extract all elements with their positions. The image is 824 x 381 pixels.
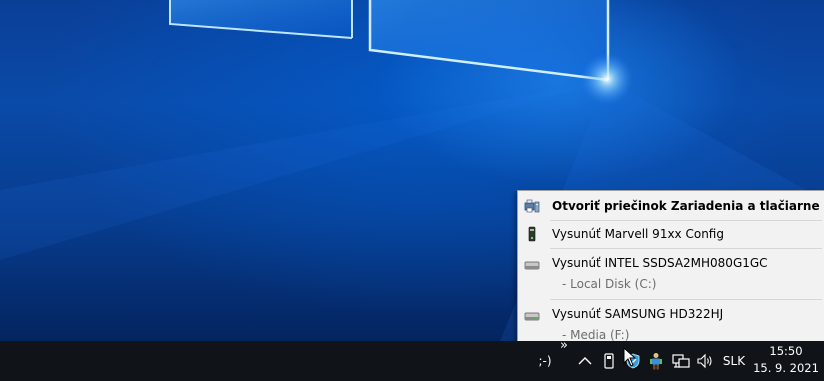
usb-device-icon[interactable] xyxy=(600,341,618,381)
tray-text-emoticon[interactable]: ;-) xyxy=(532,341,558,381)
language-indicator[interactable]: SLK xyxy=(720,341,748,381)
chevron-up-icon[interactable] xyxy=(576,341,594,381)
menu-item-volume: - Media (F:) xyxy=(562,328,630,342)
menu-item-label: Vysunúť Marvell 91xx Config xyxy=(552,227,724,241)
clock-date: 15. 9. 2021 xyxy=(753,361,819,375)
menu-item-label: Vysunúť INTEL SSDSA2MH080G1GC xyxy=(552,256,768,270)
menu-item-label: Otvoriť priečinok Zariadenia a tlačiarne xyxy=(552,199,820,213)
speaker-icon[interactable] xyxy=(694,341,716,381)
hard-drive-icon xyxy=(524,308,540,324)
devices-printers-icon xyxy=(524,198,540,214)
taskbar: ;-) » SLK 15:50 15. 9. 2021 xyxy=(0,338,824,381)
usb-drive-icon xyxy=(524,226,540,242)
menu-item-open-devices-printers[interactable]: Otvoriť priečinok Zariadenia a tlačiarne xyxy=(518,193,824,220)
mouse-cursor-icon xyxy=(623,347,637,367)
menu-item-eject-marvell[interactable]: Vysunúť Marvell 91xx Config xyxy=(518,221,824,248)
screen: Otvoriť priečinok Zariadenia a tlačiarne… xyxy=(0,0,824,381)
clock[interactable]: 15:50 15. 9. 2021 xyxy=(752,343,820,381)
menu-item-eject-intel-ssd[interactable]: Vysunúť INTEL SSDSA2MH080G1GC - Local Di… xyxy=(518,249,824,299)
network-icon[interactable] xyxy=(670,341,692,381)
menu-item-volume: - Local Disk (C:) xyxy=(562,277,657,291)
tray-context-menu: Otvoriť priečinok Zariadenia a tlačiarne… xyxy=(517,190,824,347)
clock-time: 15:50 xyxy=(769,344,803,358)
overflow-chevron[interactable]: » xyxy=(556,335,572,355)
person-app-icon[interactable] xyxy=(646,341,666,381)
menu-item-label: Vysunúť SAMSUNG HD322HJ xyxy=(552,307,724,321)
hard-drive-icon xyxy=(524,257,540,273)
